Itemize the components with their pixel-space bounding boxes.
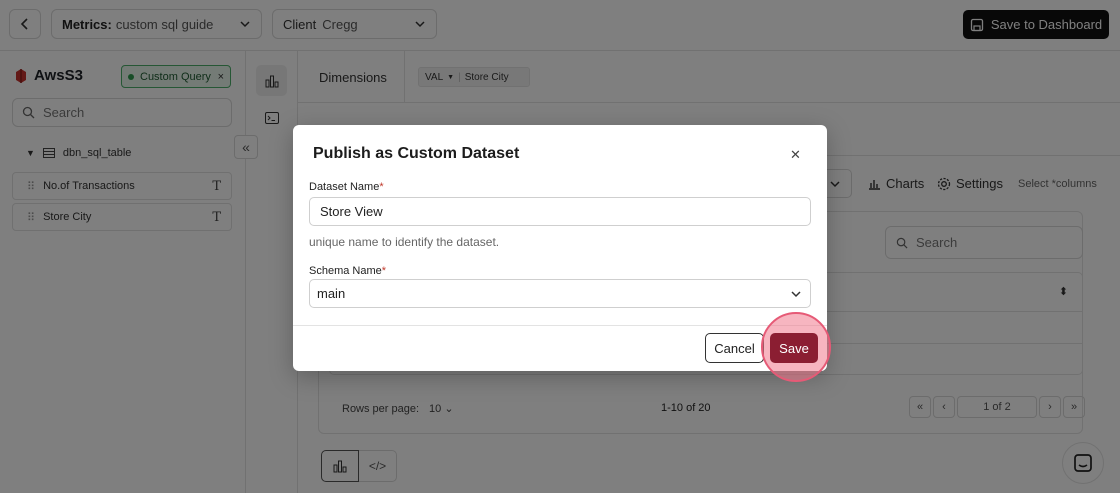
dataset-name-label: Dataset Name* [309,181,384,193]
dataset-name-label-text: Dataset Name [309,181,380,193]
dialog-title: Publish as Custom Dataset [313,145,520,162]
schema-name-label: Schema Name* [309,265,386,277]
required-mark: * [381,265,387,277]
divider [293,325,827,326]
schema-name-value: main [317,286,346,301]
cancel-button[interactable]: Cancel [705,333,764,363]
schema-name-select[interactable]: main [309,279,811,308]
schema-name-label-text: Schema Name [309,265,382,277]
dataset-name-input[interactable]: Store View [309,197,811,226]
close-icon[interactable]: ✕ [790,147,801,163]
chevron-down-icon [791,291,801,298]
dataset-name-value: Store View [320,204,383,219]
save-button[interactable]: Save [770,333,818,363]
required-mark: * [379,181,384,193]
publish-dataset-dialog: Publish as Custom Dataset ✕ Dataset Name… [293,125,827,371]
dataset-name-help: unique name to identify the dataset. [309,235,500,249]
